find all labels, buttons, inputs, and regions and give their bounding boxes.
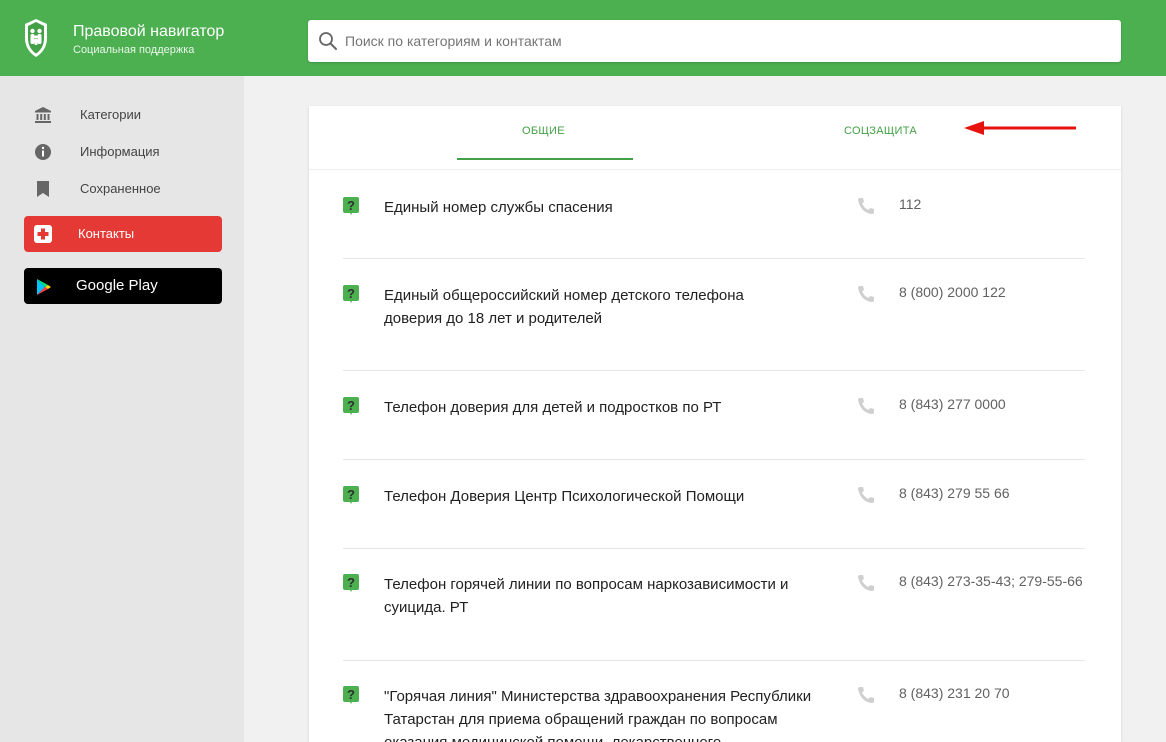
app-header: Правовой навигатор Социальная поддержка [0, 0, 1166, 76]
row-divider [343, 548, 1085, 549]
contact-title: Телефон доверия для детей и подростков п… [384, 399, 722, 416]
contacts-label: Контакты [78, 226, 135, 241]
question-icon[interactable]: ? [343, 285, 359, 303]
row-divider [343, 459, 1085, 460]
question-icon[interactable]: ? [343, 486, 359, 504]
phone-icon [858, 398, 874, 414]
question-icon[interactable]: ? [343, 197, 359, 215]
bookmark-icon [37, 181, 49, 197]
google-play-button[interactable]: Google Play [24, 268, 222, 304]
sidebar-item-contacts[interactable]: Контакты [24, 216, 222, 252]
row-divider [343, 660, 1085, 661]
contact-phone[interactable]: 8 (800) 2000 122 [899, 283, 1089, 302]
svg-text:?: ? [347, 575, 355, 590]
tab-social-protection[interactable]: СОЦЗАЩИТА [844, 124, 917, 138]
contact-phone[interactable]: 8 (843) 273-35-43; 279-55-66 [899, 572, 1089, 591]
tab-bar: ОБЩИЕ СОЦЗАЩИТА [309, 106, 1121, 170]
phone-icon [858, 575, 874, 591]
phone-icon [858, 687, 874, 703]
family-shield-icon[interactable] [24, 18, 48, 58]
sidebar-item-label: Сохраненное [80, 181, 161, 196]
search-icon [319, 32, 337, 50]
row-divider [343, 258, 1085, 259]
app-subtitle: Социальная поддержка [73, 44, 195, 56]
info-icon [35, 144, 51, 160]
bank-icon [35, 107, 51, 123]
google-play-icon [37, 279, 51, 295]
svg-text:?: ? [347, 487, 355, 502]
contact-phone[interactable]: 112 [899, 195, 1089, 214]
phone-icon [858, 198, 874, 214]
sidebar: Категории Информация Сохраненное Контакт… [0, 76, 244, 742]
contact-title: Телефон Доверия Центр Психологической По… [384, 488, 745, 505]
search-input[interactable] [345, 28, 1105, 54]
question-icon[interactable]: ? [343, 574, 359, 592]
row-divider [343, 370, 1085, 371]
medical-cross-icon [34, 225, 52, 243]
contact-title: Единый общероссийский номер детского тел… [384, 287, 744, 327]
tab-general[interactable]: ОБЩИЕ [522, 124, 565, 138]
annotation-arrow [964, 121, 1076, 135]
sidebar-item-label: Информация [80, 144, 160, 159]
svg-text:?: ? [347, 198, 355, 213]
phone-icon [858, 487, 874, 503]
sidebar-item-information[interactable]: Информация [0, 143, 244, 177]
sidebar-item-categories[interactable]: Категории [0, 106, 244, 140]
svg-text:?: ? [347, 687, 355, 702]
search-bar[interactable] [308, 20, 1121, 62]
contact-phone[interactable]: 8 (843) 277 0000 [899, 395, 1089, 414]
google-play-label: Google Play [76, 277, 158, 294]
contact-phone[interactable]: 8 (843) 279 55 66 [899, 484, 1089, 503]
question-icon[interactable]: ? [343, 686, 359, 704]
contact-title: Телефон горячей линии по вопросам наркоз… [384, 576, 789, 616]
contact-title: Единый номер службы спасения [384, 199, 613, 216]
contacts-card: ОБЩИЕ СОЦЗАЩИТА ? Единый номер службы сп… [309, 106, 1121, 742]
active-tab-indicator [457, 158, 633, 160]
sidebar-item-label: Категории [80, 107, 141, 122]
contact-phone[interactable]: 8 (843) 231 20 70 [899, 684, 1089, 703]
app-title: Правовой навигатор [73, 23, 225, 40]
svg-text:?: ? [347, 398, 355, 413]
svg-text:?: ? [347, 286, 355, 301]
sidebar-item-saved[interactable]: Сохраненное [0, 180, 244, 214]
question-icon[interactable]: ? [343, 397, 359, 415]
phone-icon [858, 286, 874, 302]
contact-title: "Горячая линия" Министерства здравоохран… [384, 688, 812, 742]
